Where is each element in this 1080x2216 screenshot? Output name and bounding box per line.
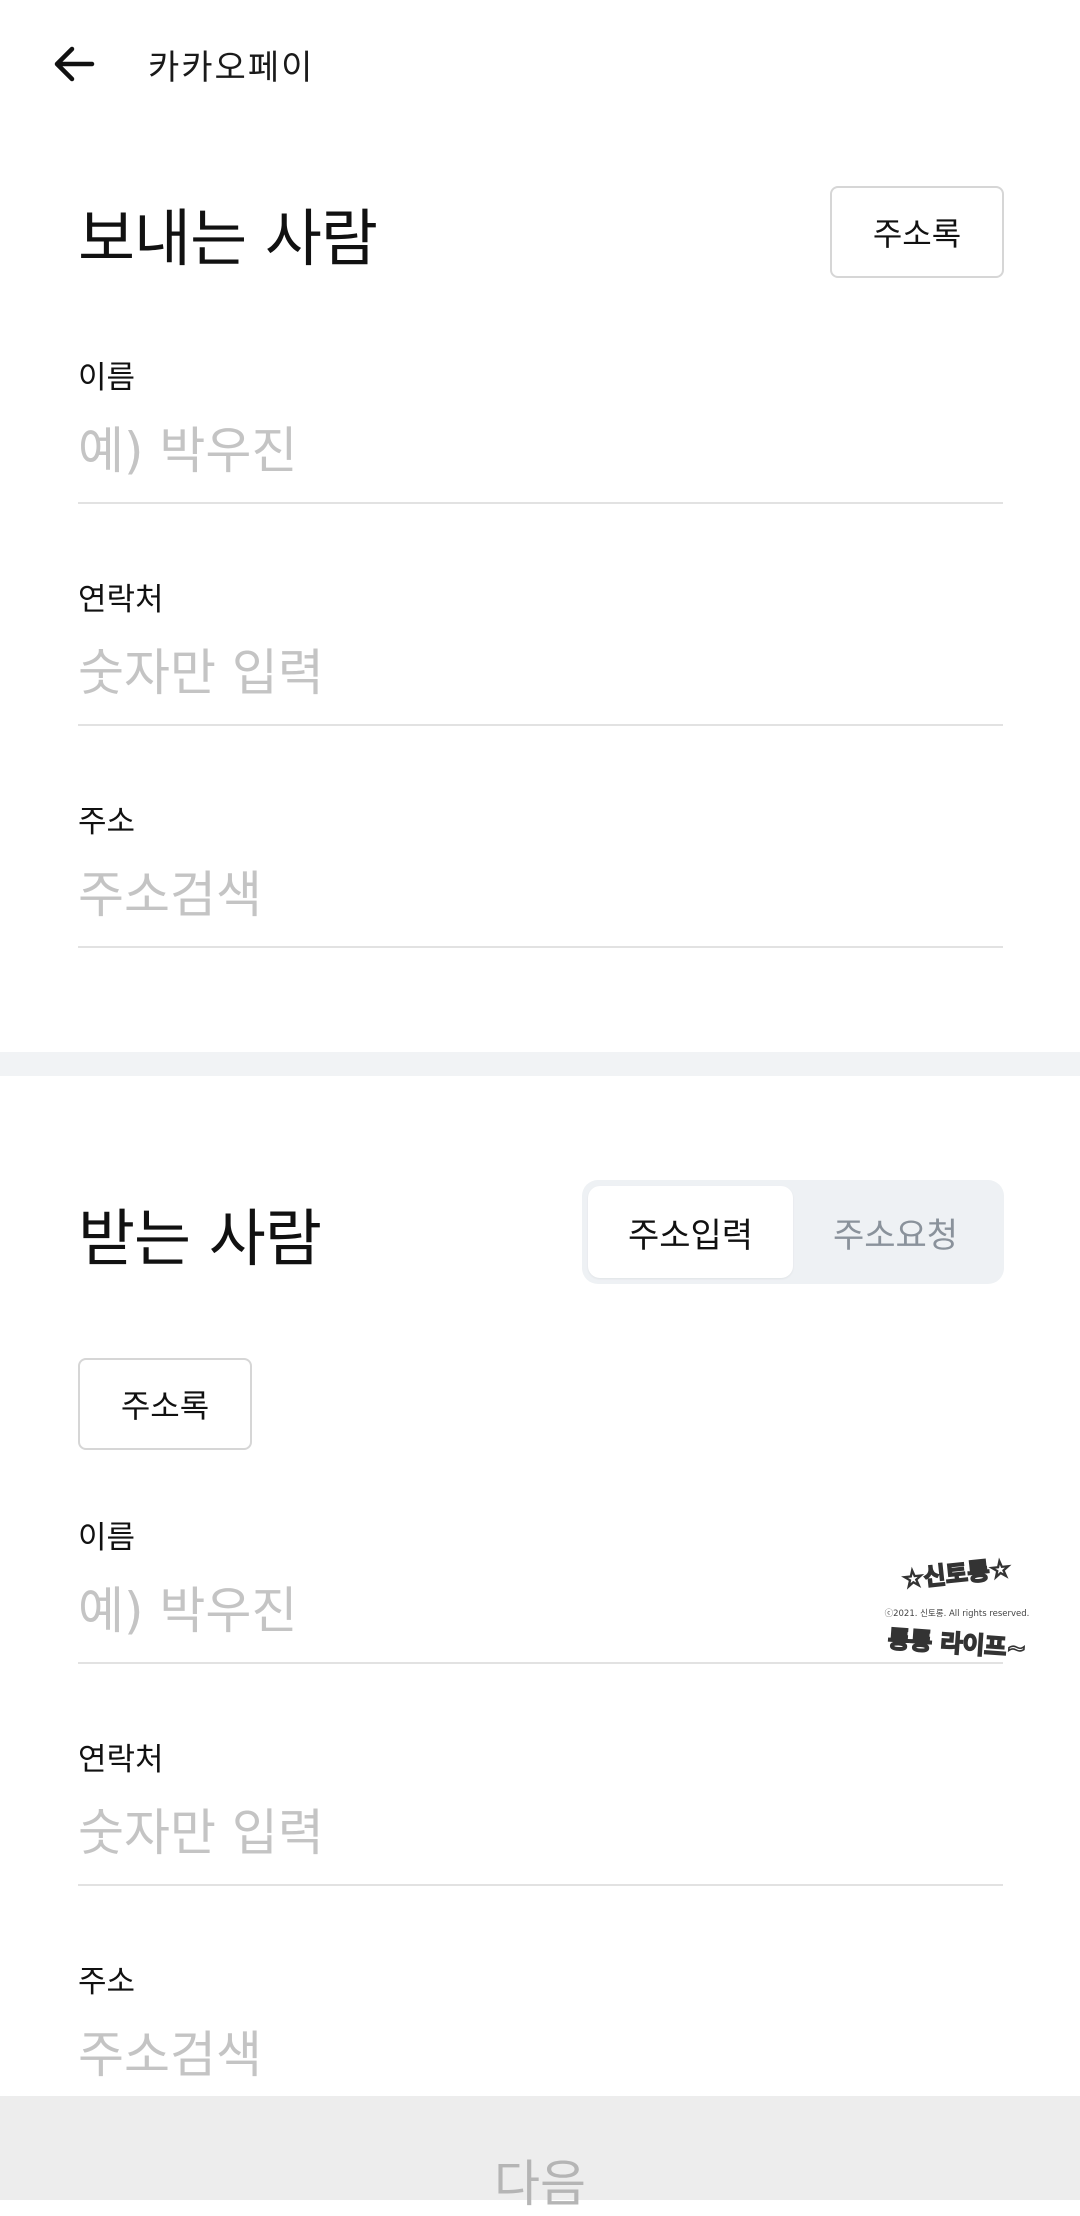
receiver-phone-field: 연락처 xyxy=(78,1738,1003,1886)
segment-address-input[interactable]: 주소입력 xyxy=(588,1186,793,1278)
sender-section-title: 보내는 사람 xyxy=(78,202,378,275)
app-header: 카카오페이 xyxy=(0,0,1080,130)
sender-name-field: 이름 xyxy=(78,356,1003,504)
receiver-phone-input[interactable] xyxy=(78,1790,1003,1886)
receiver-phone-label: 연락처 xyxy=(78,1742,164,1778)
sender-address-label: 주소 xyxy=(78,804,136,840)
sender-address-input[interactable] xyxy=(78,852,1003,948)
receiver-address-label: 주소 xyxy=(78,1964,136,2000)
sender-address-book-button[interactable]: 주소록 xyxy=(830,186,1004,278)
receiver-section-title: 받는 사람 xyxy=(78,1202,322,1275)
sender-name-label: 이름 xyxy=(78,360,136,396)
receiver-address-field: 주소 xyxy=(78,1960,1003,2108)
segment-address-request[interactable]: 주소요청 xyxy=(793,1186,998,1278)
sender-name-input[interactable] xyxy=(78,408,1003,504)
address-mode-toggle: 주소입력 주소요청 xyxy=(582,1180,1004,1284)
watermark-line2: ⓒ2021. 신토롱. All rights reserved. xyxy=(885,1609,1030,1619)
sender-address-field: 주소 xyxy=(78,800,1003,948)
section-divider xyxy=(0,1052,1080,1076)
next-button-label: 다음 xyxy=(494,2155,586,2213)
watermark-line1: ☆신토롱☆ xyxy=(901,1554,1013,1593)
sender-phone-label: 연락처 xyxy=(78,582,164,618)
receiver-address-book-button[interactable]: 주소록 xyxy=(78,1358,252,1450)
watermark-line3: 통통 라이프~ xyxy=(887,1625,1027,1663)
sender-phone-field: 연락처 xyxy=(78,578,1003,726)
arrow-left-icon xyxy=(54,46,95,82)
watermark-stamp: ☆신토롱☆ ⓒ2021. 신토롱. All rights reserved. 통… xyxy=(885,1554,1030,1664)
next-button[interactable]: 다음 xyxy=(0,2096,1080,2213)
receiver-address-input[interactable] xyxy=(78,2012,1003,2108)
sender-phone-input[interactable] xyxy=(78,630,1003,726)
back-button[interactable] xyxy=(44,34,104,94)
kakaopay-logo: 카카오페이 xyxy=(148,48,315,88)
